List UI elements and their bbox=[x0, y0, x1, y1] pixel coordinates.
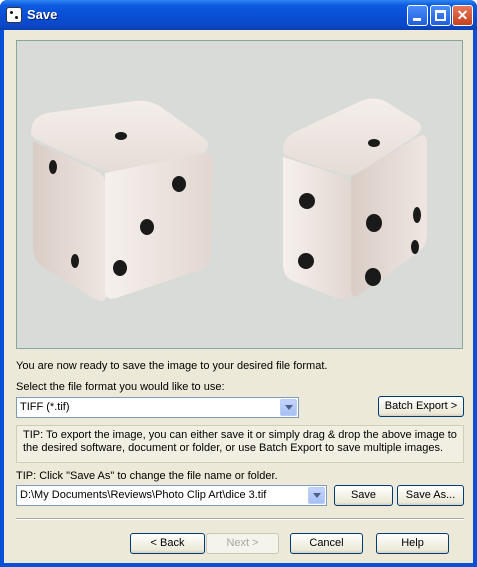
chevron-down-icon[interactable] bbox=[308, 487, 325, 504]
footer-divider bbox=[16, 518, 464, 520]
batch-export-button[interactable]: Batch Export > bbox=[378, 396, 464, 417]
left-die bbox=[31, 100, 213, 301]
maximize-icon bbox=[435, 10, 446, 21]
format-label: Select the file format you would like to… bbox=[16, 381, 225, 393]
save-dialog: Save ✕ You are now ready to save the ima… bbox=[0, 0, 477, 567]
window-title: Save bbox=[27, 7, 58, 22]
dice-image bbox=[31, 98, 427, 301]
close-icon: ✕ bbox=[456, 7, 469, 23]
back-button[interactable]: < Back bbox=[130, 533, 205, 554]
minimize-icon bbox=[413, 18, 421, 21]
minimize-button[interactable] bbox=[407, 5, 428, 26]
save-as-button[interactable]: Save As... bbox=[397, 485, 464, 506]
help-button[interactable]: Help bbox=[376, 533, 449, 554]
next-button: Next > bbox=[206, 533, 279, 554]
format-select[interactable]: TIFF (*.tif) bbox=[16, 397, 299, 418]
right-die bbox=[283, 98, 427, 300]
image-preview[interactable] bbox=[16, 40, 463, 349]
file-path-value: D:\My Documents\Reviews\Photo Clip Art\d… bbox=[20, 489, 267, 501]
dialog-body: You are now ready to save the image to y… bbox=[4, 30, 473, 563]
save-as-tip: TIP: Click "Save As" to change the file … bbox=[16, 470, 278, 482]
chevron-down-icon[interactable] bbox=[280, 399, 297, 416]
cancel-button[interactable]: Cancel bbox=[290, 533, 363, 554]
dice-icon[interactable] bbox=[6, 7, 22, 23]
save-button[interactable]: Save bbox=[334, 485, 393, 506]
tip-box: TIP: To export the image, you can either… bbox=[16, 425, 464, 463]
ready-text: You are now ready to save the image to y… bbox=[16, 360, 328, 372]
file-path-select[interactable]: D:\My Documents\Reviews\Photo Clip Art\d… bbox=[16, 485, 327, 506]
title-bar[interactable]: Save ✕ bbox=[0, 0, 477, 30]
maximize-button[interactable] bbox=[430, 5, 451, 26]
format-select-value: TIFF (*.tif) bbox=[20, 401, 70, 413]
close-button[interactable]: ✕ bbox=[452, 5, 473, 26]
